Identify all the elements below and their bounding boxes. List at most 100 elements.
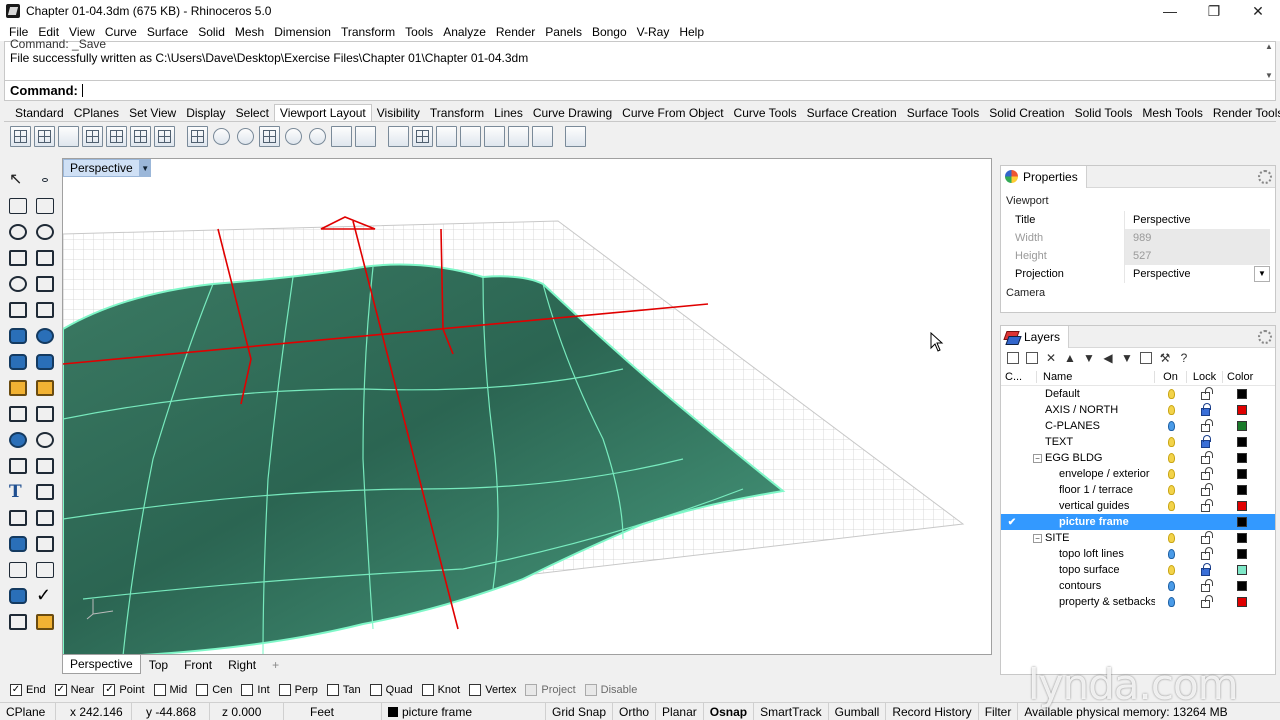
layer-visibility-toggle[interactable] [1155,405,1187,415]
osnap-mid[interactable]: Mid [153,684,187,696]
scroll-down-icon[interactable]: ▼ [1265,71,1273,80]
layer-name-cell[interactable]: TEXT [1023,436,1155,448]
layer-color-cell[interactable] [1223,533,1275,543]
layer-lock-toggle[interactable] [1187,498,1223,512]
restore-button[interactable]: ❐ [1192,0,1236,22]
help-icon[interactable]: ? [1178,351,1190,365]
check-icon[interactable]: ✓ [34,586,56,606]
checkbox[interactable] [278,684,291,696]
layer-name-cell[interactable]: − EGG BLDG [1023,452,1155,464]
layer-visibility-toggle[interactable] [1155,421,1187,431]
move-down-icon[interactable]: ▼ [1083,351,1095,365]
layer-color-cell[interactable] [1223,453,1275,463]
gear-icon[interactable] [1258,330,1272,344]
col-current[interactable]: C... [1001,370,1037,383]
tab-curve-tools[interactable]: Curve Tools [729,105,802,121]
rectangle-icon[interactable] [34,248,56,268]
layer-row[interactable]: envelope / exterior [1001,466,1275,482]
col-on[interactable]: On [1155,370,1187,383]
paint-icon[interactable] [34,612,56,632]
osnap-disable[interactable]: Disable [584,684,637,696]
layer-color-cell[interactable] [1223,501,1275,511]
new-sublayer-icon[interactable] [1026,352,1038,364]
split-horizontal-icon[interactable] [82,125,103,147]
curve-icon[interactable] [34,196,56,216]
mesh-icon[interactable] [34,352,56,372]
grid-snap-toggle[interactable]: Grid Snap [546,702,614,720]
checkbox[interactable] [421,684,434,696]
sphere-icon[interactable] [34,326,56,346]
grid-options-icon[interactable] [259,125,280,147]
cube-icon[interactable] [7,612,29,632]
tile-viewports-icon[interactable] [154,125,175,147]
split-vertical-icon[interactable] [106,125,127,147]
camera-section-label[interactable]: Camera [1006,283,1270,303]
hatch-icon[interactable] [34,508,56,528]
curve-tools-icon[interactable] [34,560,56,580]
layout-grid-icon[interactable] [412,125,433,147]
layer-lock-toggle[interactable] [1187,402,1223,416]
print-icon[interactable] [565,125,586,147]
tab-solid-creation[interactable]: Solid Creation [984,105,1069,121]
layer-color-cell[interactable] [1223,437,1275,447]
layer-name-cell[interactable]: contours [1023,580,1155,592]
checkbox[interactable] [469,684,482,696]
new-viewport-icon[interactable] [130,125,151,147]
command-line[interactable]: Command: [4,81,1276,101]
three-viewports-icon[interactable] [34,125,55,147]
layer-name-cell[interactable]: property & setbacks [1023,596,1155,608]
osnap-knot[interactable]: Knot [421,684,460,696]
move-to-parent-icon[interactable]: ◀ [1102,351,1114,365]
box-icon[interactable] [7,326,29,346]
layer-color-cell[interactable] [1223,405,1275,415]
cplane-label[interactable]: CPlane [0,702,56,720]
detail-view-icon[interactable] [436,125,457,147]
layer-row[interactable]: TEXT [1001,434,1275,450]
tools-icon[interactable]: ⚒ [1159,351,1171,365]
select-arrow-icon[interactable] [7,169,29,190]
layer-visibility-toggle[interactable] [1155,437,1187,447]
render-icon[interactable] [7,586,29,606]
layer-row[interactable]: floor 1 / terrace [1001,482,1275,498]
layer-lock-toggle[interactable] [1187,386,1223,400]
sphere-view-icon[interactable] [213,127,230,145]
layer-color-cell[interactable] [1223,421,1275,431]
col-lock[interactable]: Lock [1187,370,1223,383]
checkbox[interactable]: ✓ [10,684,22,696]
four-viewports-icon[interactable] [10,125,31,147]
collapse-icon[interactable]: − [1033,454,1042,463]
layer-row[interactable]: vertical guides [1001,498,1275,514]
layer-lock-toggle[interactable] [1187,418,1223,432]
command-history[interactable]: Command: _Save File successfully written… [4,37,1276,81]
split-icon[interactable] [7,404,29,424]
layer-lock-toggle[interactable] [1187,434,1223,448]
viewport-canvas[interactable] [63,159,992,655]
analyze-icon[interactable] [7,534,29,554]
osnap-point[interactable]: ✓ Point [103,684,145,696]
fillet-curve-icon[interactable] [34,274,56,294]
layer-name-cell[interactable]: − SITE [1023,532,1155,544]
viewport-title[interactable]: Perspective ▼ [63,159,151,177]
delete-layer-icon[interactable]: ✕ [1045,351,1057,365]
close-button[interactable]: ✕ [1236,0,1280,22]
checkbox[interactable] [369,684,382,696]
layer-name-cell[interactable]: AXIS / NORTH [1023,404,1155,416]
cylinder-icon[interactable] [7,352,29,372]
layer-states-icon[interactable] [1140,352,1152,364]
layer-name-cell[interactable]: C-PLANES [1023,420,1155,432]
boolean-icon[interactable] [7,430,29,450]
layer-visibility-toggle[interactable] [1155,533,1187,543]
polygon-icon[interactable] [7,274,29,294]
layer-name-cell[interactable]: floor 1 / terrace [1023,484,1155,496]
layers-tab[interactable]: Layers [1001,325,1070,348]
join-icon[interactable] [34,404,56,424]
layer-color-cell[interactable] [1223,597,1275,607]
layer-row[interactable]: AXIS / NORTH [1001,402,1275,418]
properties-tab[interactable]: Properties [1001,165,1087,188]
history-scrollbar[interactable]: ▲ ▼ [1263,42,1275,80]
tab-transform[interactable]: Transform [425,105,489,121]
tab-lines[interactable]: Lines [489,105,528,121]
layer-row[interactable]: contours [1001,578,1275,594]
viewport-title-label[interactable]: Perspective [63,159,140,177]
layer-color-cell[interactable] [1223,581,1275,591]
